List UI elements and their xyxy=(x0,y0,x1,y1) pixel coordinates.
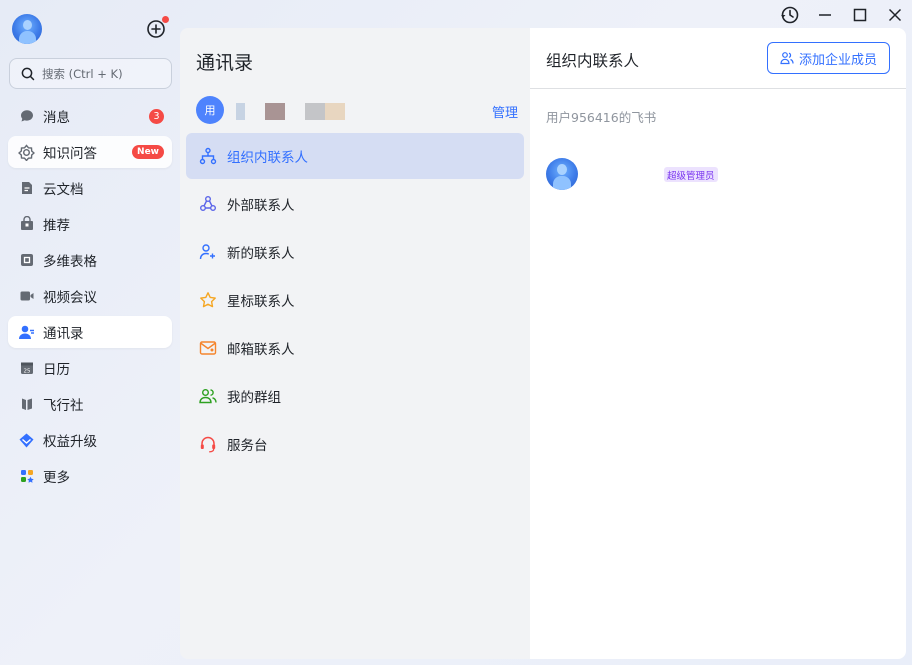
star-icon xyxy=(198,291,217,310)
upgrade-icon xyxy=(18,432,35,449)
feixingshe-icon xyxy=(18,396,35,413)
mail-contact-icon xyxy=(198,339,217,358)
sidebar-item-label: 多维表格 xyxy=(43,254,97,270)
video-meeting-icon xyxy=(18,288,35,305)
window-controls xyxy=(766,4,906,26)
sidebar-item-feixingshe[interactable]: 飞行社 xyxy=(8,388,172,420)
history-icon[interactable] xyxy=(779,4,801,26)
manage-link[interactable]: 管理 xyxy=(492,102,518,121)
sidebar-item-calendar[interactable]: 25 日历 xyxy=(8,352,172,384)
sidebar-item-messages[interactable]: 消息 3 xyxy=(8,100,172,132)
category-mail-contacts[interactable]: 邮箱联系人 xyxy=(186,325,524,371)
minimize-icon[interactable] xyxy=(814,4,836,26)
sidebar-item-label: 更多 xyxy=(43,470,70,486)
add-member-label: 添加企业成员 xyxy=(798,52,877,68)
base-table-icon xyxy=(18,252,35,269)
panel-title: 组织内联系人 xyxy=(546,52,640,70)
tenant-name: 用户956416的飞书 xyxy=(546,110,657,125)
knowledge-qa-icon xyxy=(18,143,35,161)
category-help-desk[interactable]: 服务台 xyxy=(186,421,524,467)
category-starred-contacts[interactable]: 星标联系人 xyxy=(186,277,524,323)
close-icon[interactable] xyxy=(884,4,906,26)
category-label: 外部联系人 xyxy=(227,198,295,214)
member-avatar xyxy=(546,158,578,190)
sidebar-item-video-meeting[interactable]: 视频会议 xyxy=(8,280,172,312)
calendar-icon: 25 xyxy=(18,360,35,377)
more-apps-icon xyxy=(18,468,35,485)
new-badge: New xyxy=(132,145,164,159)
search-placeholder: 搜索 (Ctrl + K) xyxy=(42,66,123,81)
redacted-block xyxy=(265,103,285,120)
create-button[interactable] xyxy=(146,16,169,39)
category-label: 邮箱联系人 xyxy=(227,342,295,358)
search-box[interactable]: 搜索 (Ctrl + K) xyxy=(9,58,172,89)
contacts-icon xyxy=(18,324,35,341)
sidebar-item-upgrade[interactable]: 权益升级 xyxy=(8,424,172,456)
page-title: 通讯录 xyxy=(196,52,254,74)
notification-dot xyxy=(162,16,169,23)
cloud-doc-icon xyxy=(18,180,35,197)
category-new-contacts[interactable]: 新的联系人 xyxy=(186,229,524,275)
member-row[interactable]: 超级管理员 xyxy=(546,158,886,192)
unread-count-badge: 3 xyxy=(149,109,164,124)
sidebar-item-label: 权益升级 xyxy=(43,434,97,450)
panel-header: 组织内联系人 添加企业成员 xyxy=(530,28,906,89)
category-label: 星标联系人 xyxy=(227,294,295,310)
sidebar-item-knowledge-qa[interactable]: 知识问答 New xyxy=(8,136,172,168)
sidebar-item-label: 知识问答 xyxy=(43,146,97,162)
headset-icon xyxy=(198,435,217,454)
svg-text:25: 25 xyxy=(23,368,30,374)
org-tree-icon xyxy=(198,147,217,166)
sidebar-item-label: 消息 xyxy=(43,110,70,126)
add-member-button[interactable]: 添加企业成员 xyxy=(766,42,890,74)
sidebar: 搜索 (Ctrl + K) 消息 3 知识问答 New 云文档 推荐 多维表格 … xyxy=(0,0,180,665)
organization-row: 用 管理 xyxy=(196,96,518,126)
sidebar-item-base-table[interactable]: 多维表格 xyxy=(8,244,172,276)
sidebar-nav: 消息 3 知识问答 New 云文档 推荐 多维表格 视频会议 通讯录 25 日历… xyxy=(8,100,172,496)
add-member-icon xyxy=(780,52,794,65)
sidebar-item-label: 云文档 xyxy=(43,182,84,198)
contacts-category-list: 组织内联系人 外部联系人 新的联系人 星标联系人 邮箱联系人 我的群组 服务台 xyxy=(186,133,524,469)
category-label: 我的群组 xyxy=(227,390,281,406)
redacted-block xyxy=(236,103,245,120)
user-avatar[interactable] xyxy=(12,14,42,44)
sidebar-item-label: 推荐 xyxy=(43,218,70,234)
chat-bubble-icon xyxy=(18,108,35,125)
category-my-groups[interactable]: 我的群组 xyxy=(186,373,524,419)
redacted-block xyxy=(325,103,345,120)
recommend-icon xyxy=(18,216,35,233)
org-contacts-panel: 组织内联系人 添加企业成员 用户956416的飞书 超级管理员 xyxy=(530,28,906,659)
category-label: 新的联系人 xyxy=(227,246,295,262)
category-label: 组织内联系人 xyxy=(227,150,308,166)
sidebar-item-label: 视频会议 xyxy=(43,290,97,306)
sidebar-item-label: 日历 xyxy=(43,362,70,378)
sidebar-item-label: 通讯录 xyxy=(43,326,84,342)
external-contacts-icon xyxy=(198,195,217,214)
sidebar-item-more[interactable]: 更多 xyxy=(8,460,172,492)
org-avatar[interactable]: 用 xyxy=(196,96,224,124)
sidebar-item-label: 飞行社 xyxy=(43,398,84,414)
search-icon xyxy=(21,67,35,80)
group-icon xyxy=(198,387,217,406)
maximize-icon[interactable] xyxy=(849,4,871,26)
sidebar-item-cloud-docs[interactable]: 云文档 xyxy=(8,172,172,204)
role-badge: 超级管理员 xyxy=(664,167,718,182)
contacts-panel: 通讯录 用 管理 组织内联系人 外部联系人 新的联系人 星标联系人 邮箱联系人 … xyxy=(180,28,530,659)
sidebar-item-recommend[interactable]: 推荐 xyxy=(8,208,172,240)
category-external-contacts[interactable]: 外部联系人 xyxy=(186,181,524,227)
category-org-contacts[interactable]: 组织内联系人 xyxy=(186,133,524,179)
category-label: 服务台 xyxy=(227,438,268,454)
sidebar-item-contacts[interactable]: 通讯录 xyxy=(8,316,172,348)
redacted-block xyxy=(305,103,325,120)
add-contact-icon xyxy=(198,243,217,262)
